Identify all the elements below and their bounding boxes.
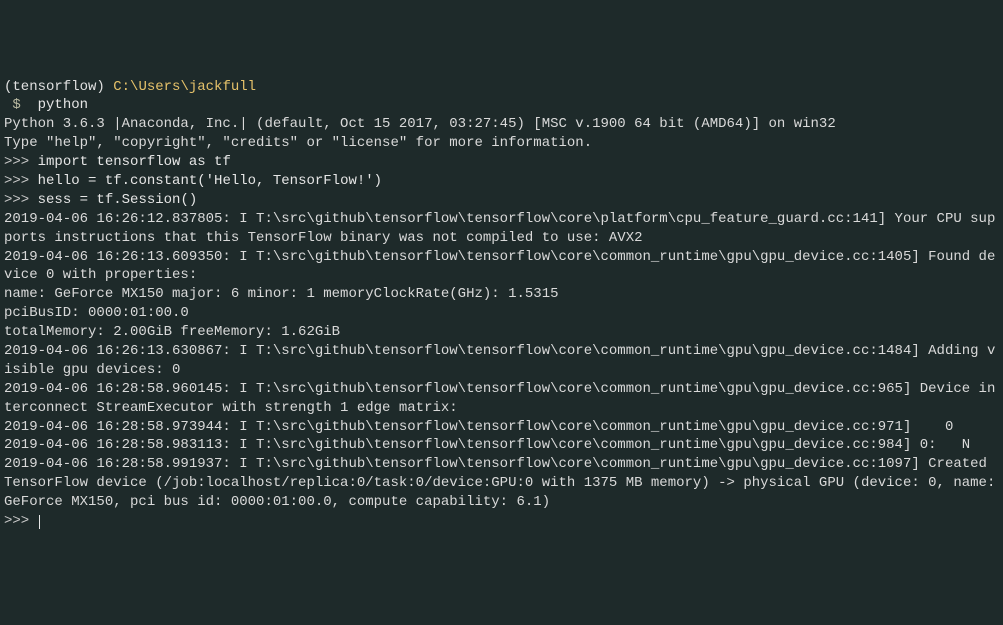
log-line: 2019-04-06 16:28:58.991937: I T:\src\git… (4, 456, 1003, 510)
log-line: name: GeForce MX150 major: 6 minor: 1 me… (4, 286, 559, 302)
log-line: 2019-04-06 16:28:58.973944: I T:\src\git… (4, 419, 953, 435)
cursor-icon (39, 515, 40, 529)
repl-prompt: >>> (4, 173, 29, 189)
log-line: 2019-04-06 16:28:58.983113: I T:\src\git… (4, 437, 970, 453)
python-banner-1: Python 3.6.3 |Anaconda, Inc.| (default, … (4, 116, 836, 132)
repl-cmd-2: hello = tf.constant('Hello, TensorFlow!'… (38, 173, 382, 189)
log-line: 2019-04-06 16:26:12.837805: I T:\src\git… (4, 211, 995, 246)
env-name: (tensorflow) (4, 79, 105, 95)
repl-prompt: >>> (4, 192, 29, 208)
log-line: 2019-04-06 16:28:58.960145: I T:\src\git… (4, 381, 995, 416)
terminal-output[interactable]: (tensorflow) C:\Users\jackfull $ python … (4, 78, 999, 531)
repl-prompt: >>> (4, 154, 29, 170)
log-line: pciBusID: 0000:01:00.0 (4, 305, 189, 321)
shell-prompt: $ (12, 97, 20, 113)
log-line: 2019-04-06 16:26:13.609350: I T:\src\git… (4, 249, 995, 284)
log-line: totalMemory: 2.00GiB freeMemory: 1.62GiB (4, 324, 340, 340)
python-banner-2: Type "help", "copyright", "credits" or "… (4, 135, 592, 151)
shell-command: python (38, 97, 88, 113)
repl-prompt-active[interactable]: >>> (4, 513, 38, 529)
repl-cmd-3: sess = tf.Session() (38, 192, 198, 208)
repl-cmd-1: import tensorflow as tf (38, 154, 231, 170)
cwd-path: C:\Users\jackfull (113, 79, 256, 95)
log-line: 2019-04-06 16:26:13.630867: I T:\src\git… (4, 343, 995, 378)
